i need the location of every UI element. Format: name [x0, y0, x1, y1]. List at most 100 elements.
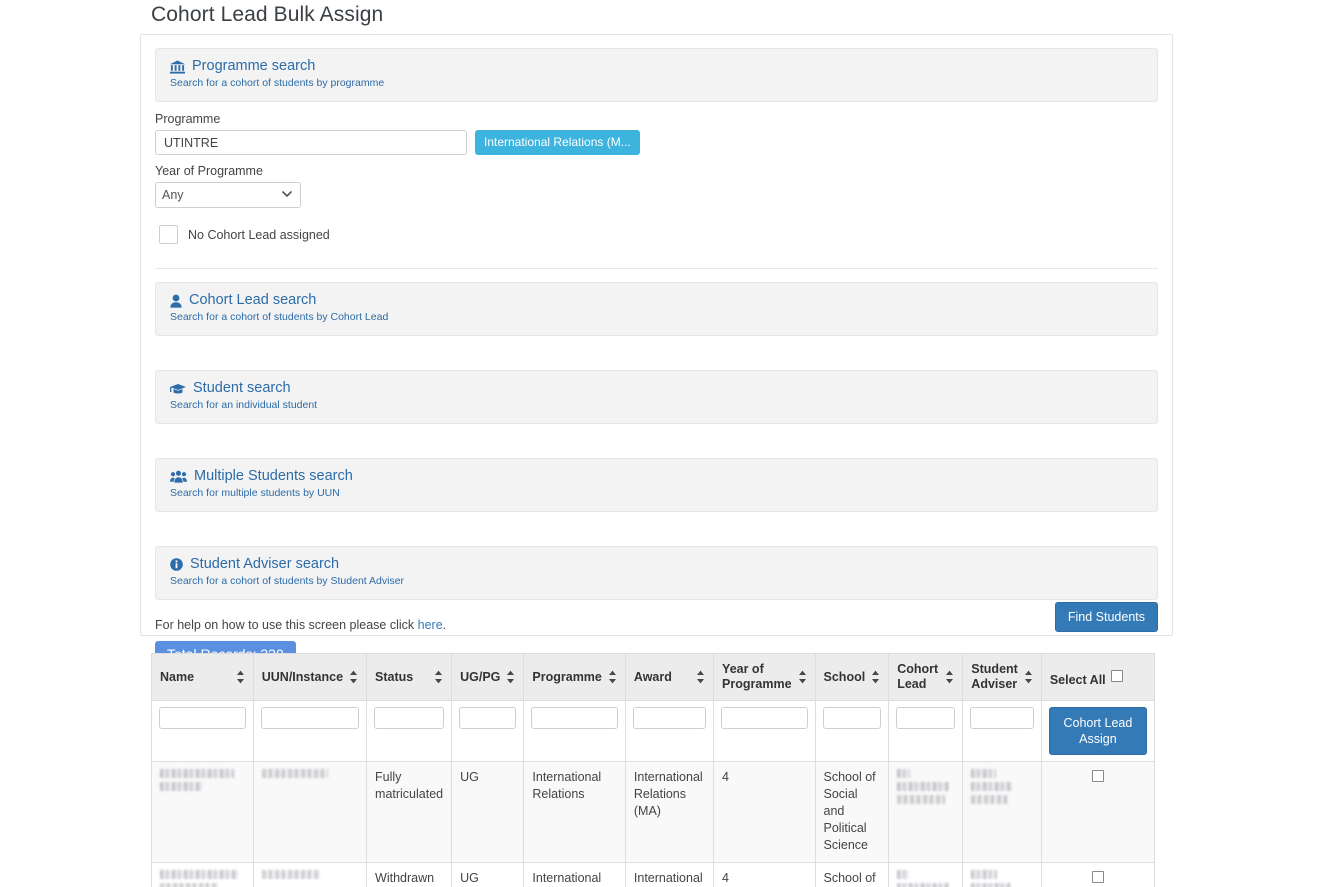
filter-cell-year-of-programme — [714, 701, 815, 762]
filter-input-name[interactable] — [159, 707, 246, 729]
filter-input-cohort-lead[interactable] — [896, 707, 955, 729]
sort-icon — [349, 670, 358, 684]
accordion-subtitle-programme-search: Search for a cohort of students by progr… — [170, 77, 1143, 90]
bank-icon — [170, 60, 185, 74]
accordion-header-student-search[interactable]: Student search Search for an individual … — [155, 370, 1158, 424]
cell-status: Withdrawn — [367, 863, 452, 887]
column-header-status[interactable]: Status — [367, 654, 452, 701]
filter-cell-ug-pg — [452, 701, 524, 762]
help-link[interactable]: here — [418, 618, 443, 632]
select-all-checkbox[interactable] — [1111, 670, 1123, 682]
filter-input-student-adviser[interactable] — [970, 707, 1034, 729]
accordion-header-programme-search[interactable]: Programme search Search for a cohort of … — [155, 48, 1158, 102]
cell-school: School of Social and Political Science — [815, 762, 889, 863]
cell-programme: International Relations — [524, 762, 625, 863]
filter-cell-award — [625, 701, 713, 762]
sort-icon — [506, 670, 515, 684]
accordion-header-cohort-lead-search[interactable]: Cohort Lead search Search for a cohort o… — [155, 282, 1158, 336]
info-circle-icon — [170, 558, 183, 571]
redacted-text — [160, 883, 218, 887]
sort-icon — [945, 670, 954, 684]
cell-ug-pg: UG — [452, 762, 524, 863]
filter-input-status[interactable] — [374, 707, 444, 729]
filter-input-ug-pg[interactable] — [459, 707, 516, 729]
redacted-text — [971, 870, 997, 879]
programme-search-body: Programme International Relations (M... … — [141, 102, 1172, 269]
filter-cell-cohort-lead — [889, 701, 963, 762]
filter-input-programme[interactable] — [531, 707, 617, 729]
search-panel-container: Programme search Search for a cohort of … — [140, 34, 1173, 636]
column-header-student-adviser[interactable]: Student Adviser — [963, 654, 1042, 701]
row-select-checkbox[interactable] — [1092, 770, 1104, 782]
accordion-title-multiple-students-search: Multiple Students search — [194, 468, 353, 485]
cell-select — [1041, 762, 1154, 863]
help-text-suffix: . — [443, 618, 446, 632]
help-text: For help on how to use this screen pleas… — [155, 618, 1158, 632]
column-header-school[interactable]: School — [815, 654, 889, 701]
redacted-text — [897, 795, 945, 804]
table-row: Fully matriculated UG International Rela… — [152, 762, 1155, 863]
redacted-text — [971, 782, 1012, 791]
row-select-checkbox[interactable] — [1092, 871, 1104, 883]
programme-selected-badge[interactable]: International Relations (M... — [475, 130, 640, 155]
redacted-text — [160, 782, 202, 791]
redacted-text — [160, 870, 238, 879]
column-header-cohort-lead[interactable]: Cohort Lead — [889, 654, 963, 701]
users-group-icon — [170, 470, 187, 483]
cell-status: Fully matriculated — [367, 762, 452, 863]
cell-year-of-programme: 4 — [714, 762, 815, 863]
results-header-row: Name UUN/Instance Status UG/PG Progr — [152, 654, 1155, 701]
results-table-body: Fully matriculated UG International Rela… — [152, 762, 1155, 887]
cell-uun-instance — [253, 863, 366, 887]
accordion-header-student-adviser-search[interactable]: Student Adviser search Search for a coho… — [155, 546, 1158, 600]
redacted-text — [897, 782, 949, 791]
sort-icon — [236, 670, 245, 684]
help-text-prefix: For help on how to use this screen pleas… — [155, 618, 418, 632]
cell-student-adviser — [963, 762, 1042, 863]
cell-award: International Relations (MA) — [625, 863, 713, 887]
filter-input-award[interactable] — [633, 707, 706, 729]
cell-year-of-programme: 4 — [714, 863, 815, 887]
sort-icon — [1024, 670, 1033, 684]
accordion-title-programme-search: Programme search — [192, 58, 315, 75]
results-table-head: Name UUN/Instance Status UG/PG Progr — [152, 654, 1155, 762]
sort-icon — [608, 670, 617, 684]
programme-label: Programme — [155, 112, 1158, 126]
year-of-programme-select[interactable]: Any — [155, 182, 301, 208]
filter-input-uun-instance[interactable] — [261, 707, 359, 729]
column-header-programme[interactable]: Programme — [524, 654, 625, 701]
column-header-ug-pg[interactable]: UG/PG — [452, 654, 524, 701]
column-header-award[interactable]: Award — [625, 654, 713, 701]
accordion-subtitle-cohort-lead-search: Search for a cohort of students by Cohor… — [170, 311, 1143, 324]
filter-cell-name — [152, 701, 254, 762]
accordion-title-student-adviser-search: Student Adviser search — [190, 556, 339, 573]
column-header-year-of-programme[interactable]: Year of Programme — [714, 654, 815, 701]
column-header-select-all: Select All — [1041, 654, 1154, 701]
redacted-text — [897, 883, 949, 887]
user-icon — [170, 294, 182, 308]
cell-cohort-lead — [889, 762, 963, 863]
find-students-button[interactable]: Find Students — [1055, 602, 1158, 632]
cohort-lead-assign-button[interactable]: Cohort Lead Assign — [1049, 707, 1147, 755]
no-cohort-lead-assigned-checkbox[interactable] — [159, 225, 178, 244]
table-row: Withdrawn UG International Relations Int… — [152, 863, 1155, 887]
cell-select — [1041, 863, 1154, 887]
filter-input-school[interactable] — [823, 707, 882, 729]
cohort-lead-bulk-assign-page: Cohort Lead Bulk Assign Programme search — [0, 0, 1332, 887]
cell-name — [152, 762, 254, 863]
filter-cell-status — [367, 701, 452, 762]
cell-school: School of Social and Political Science — [815, 863, 889, 887]
column-header-name[interactable]: Name — [152, 654, 254, 701]
programme-input[interactable] — [155, 130, 467, 155]
redacted-text — [971, 769, 996, 778]
redacted-text — [971, 795, 1008, 804]
page-title: Cohort Lead Bulk Assign — [151, 3, 383, 27]
filter-input-year-of-programme[interactable] — [721, 707, 807, 729]
filter-cell-programme — [524, 701, 625, 762]
column-header-uun-instance[interactable]: UUN/Instance — [253, 654, 366, 701]
graduation-cap-icon — [170, 383, 186, 395]
accordion-header-multiple-students-search[interactable]: Multiple Students search Search for mult… — [155, 458, 1158, 512]
redacted-text — [262, 870, 320, 879]
sort-icon — [434, 670, 443, 684]
cell-uun-instance — [253, 762, 366, 863]
